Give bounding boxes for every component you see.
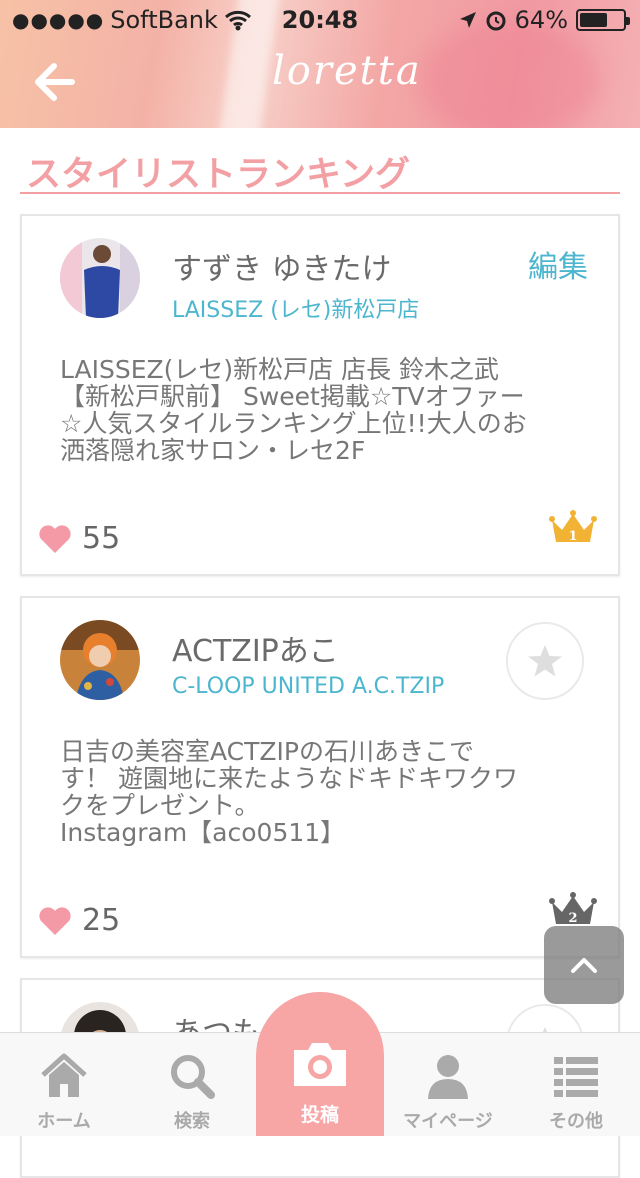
person-icon <box>428 1055 468 1099</box>
tab-search[interactable]: 検索 <box>128 1033 256 1137</box>
location-icon <box>459 12 476 28</box>
app-logo: loretta <box>272 48 422 94</box>
tab-home[interactable]: ホーム <box>0 1033 128 1137</box>
list-icon <box>554 1057 598 1097</box>
status-bar: ●●●●● SoftBank 20:48 64% <box>0 0 640 40</box>
tab-post[interactable]: 投稿 <box>256 992 384 1136</box>
like-counter[interactable]: 55 <box>38 521 120 556</box>
battery-level <box>580 13 607 27</box>
camera-icon <box>294 1043 346 1086</box>
stylist-card[interactable]: ACTZIPあこ C-LOOP UNITED A.C.TZIP 日吉の美容室AC… <box>20 596 620 958</box>
scroll-to-top-button[interactable] <box>544 926 624 1004</box>
stylist-card[interactable]: すずき ゆきたけ LAISSEZ (レセ)新松戸店 編集 LAISSEZ(レセ)… <box>20 214 620 576</box>
battery-percent: 64% <box>514 6 568 34</box>
like-counter[interactable]: 25 <box>38 903 120 938</box>
like-count: 25 <box>82 903 121 938</box>
crown-icon: 1 <box>549 510 597 544</box>
battery-icon <box>576 9 630 31</box>
tab-other[interactable]: その他 <box>512 1033 640 1137</box>
tab-label: ホーム <box>37 1111 91 1132</box>
heart-icon[interactable] <box>38 524 72 554</box>
rank-crown: 1 <box>548 508 598 548</box>
rank-number: 2 <box>568 911 577 926</box>
back-button[interactable] <box>32 62 76 102</box>
stylist-avatar[interactable] <box>60 620 140 700</box>
like-count: 55 <box>82 521 121 556</box>
salon-name[interactable]: LAISSEZ (レセ)新松戸店 <box>172 292 419 324</box>
tab-mypage[interactable]: マイページ <box>384 1033 512 1137</box>
stylist-name[interactable]: すずき ゆきたけ <box>172 244 392 288</box>
crown-icon: 2 <box>549 892 597 926</box>
rank-number: 1 <box>568 529 577 544</box>
chevron-up-icon <box>571 958 597 973</box>
tab-label: マイページ <box>403 1111 493 1132</box>
back-arrow-icon <box>35 63 75 101</box>
tab-label: その他 <box>549 1111 603 1132</box>
home-icon <box>41 1053 87 1097</box>
title-divider <box>20 192 620 194</box>
search-icon <box>171 1055 215 1099</box>
star-icon <box>528 645 562 677</box>
stylist-description: LAISSEZ(レセ)新松戸店 店長 鈴木之武 【新松戸駅前】 Sweet掲載☆… <box>60 355 527 465</box>
page-title: スタイリストランキング <box>26 155 410 195</box>
favorite-button[interactable] <box>506 622 584 700</box>
stylist-avatar[interactable] <box>60 238 140 318</box>
tab-label: 検索 <box>174 1111 210 1132</box>
salon-name[interactable]: C-LOOP UNITED A.C.TZIP <box>172 674 444 699</box>
stylist-name[interactable]: ACTZIPあこ <box>172 626 339 670</box>
rank-crown: 2 <box>548 890 598 930</box>
alarm-icon <box>486 11 506 31</box>
edit-button[interactable]: 編集 <box>528 242 588 286</box>
stylist-description: 日吉の美容室ACTZIPの石川あきこで す！ 遊園地に来たようなドキドキワクワ … <box>60 737 518 847</box>
heart-icon[interactable] <box>38 906 72 936</box>
tab-label: 投稿 <box>300 1104 339 1126</box>
